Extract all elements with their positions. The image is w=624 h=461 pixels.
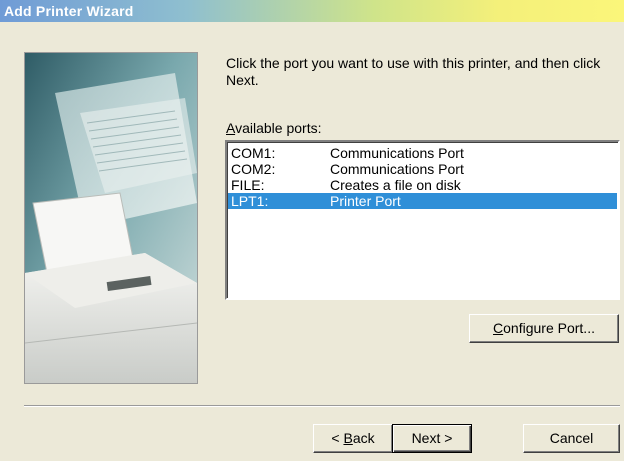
wizard-illustration <box>24 52 198 384</box>
port-description: Communications Port <box>330 145 464 161</box>
port-description: Creates a file on disk <box>330 177 461 193</box>
printer-illustration-icon <box>25 53 197 383</box>
port-description: Communications Port <box>330 161 464 177</box>
port-list-item[interactable]: COM2: Communications Port <box>228 161 617 177</box>
port-name: COM1: <box>231 145 276 161</box>
port-list-item[interactable]: LPT1: Printer Port <box>228 193 617 209</box>
configure-port-button[interactable]: Configure Port... <box>469 314 619 343</box>
port-name: COM2: <box>231 161 276 177</box>
add-printer-wizard-dialog: Add Printer Wizard Click the port you wa… <box>0 0 624 461</box>
port-list-item[interactable]: COM1: Communications Port <box>228 145 617 161</box>
port-name: LPT1: <box>231 193 269 209</box>
back-label: ack <box>352 430 375 446</box>
port-list-item[interactable]: FILE: Creates a file on disk <box>228 177 617 193</box>
next-button[interactable]: Next > <box>392 424 472 453</box>
configure-label: onfigure Port... <box>503 320 595 336</box>
configure-accelerator: C <box>493 320 504 336</box>
ports-label-rest: vailable ports: <box>235 120 322 136</box>
back-button[interactable]: < Back <box>313 424 393 453</box>
port-rows: COM1: Communications Port COM2: Communicati… <box>227 142 618 209</box>
port-description: Printer Port <box>330 193 401 209</box>
ports-label-accelerator: A <box>226 120 236 136</box>
back-accelerator: B <box>343 430 353 446</box>
available-ports-label: Available ports: <box>226 120 321 136</box>
port-listbox[interactable]: COM1: Communications Port COM2: Communicati… <box>225 140 620 300</box>
instructions-text: Click the port you want to use with this… <box>226 55 601 88</box>
title-bar[interactable]: Add Printer Wizard <box>0 0 624 22</box>
window-title: Add Printer Wizard <box>4 3 134 19</box>
cancel-button[interactable]: Cancel <box>523 424 620 453</box>
port-name: FILE: <box>231 177 265 193</box>
footer-separator <box>24 405 620 407</box>
back-prefix: < <box>331 430 344 446</box>
